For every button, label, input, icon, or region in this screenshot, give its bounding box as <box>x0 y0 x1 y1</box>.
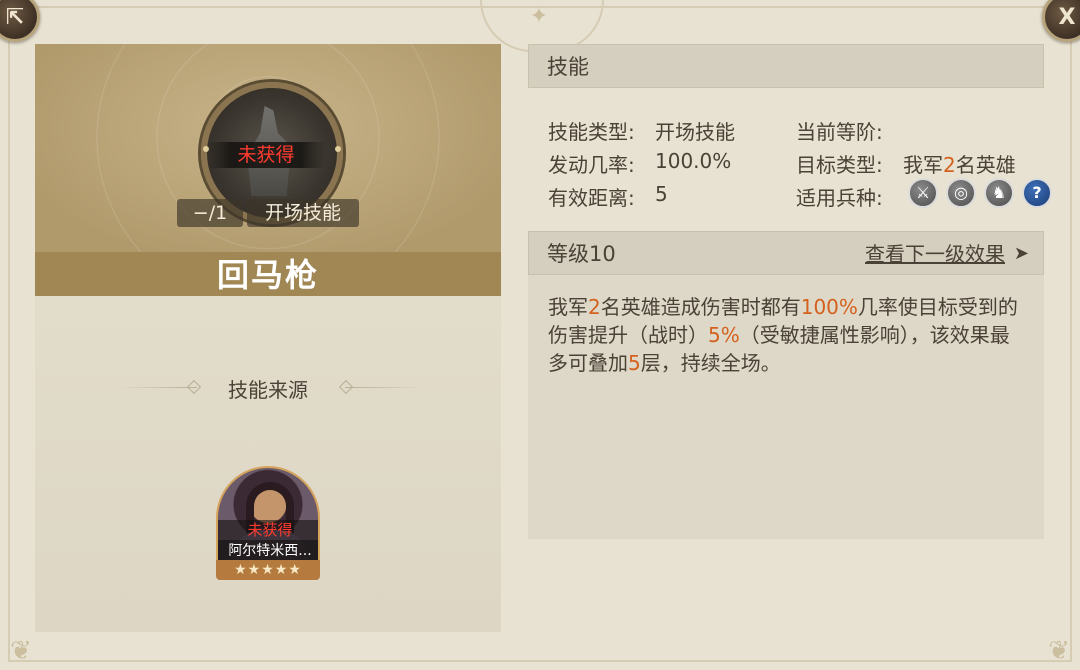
skill-card-panel: 未获得 −/1 开场技能 回马枪 技能来源 未获得 阿尔特米西... ★★★★★ <box>35 44 501 632</box>
troop-label: 适用兵种: <box>796 186 883 210</box>
range-label: 有效距离: <box>548 186 635 210</box>
horse-icon[interactable]: ♞ <box>984 178 1014 208</box>
skill-section-header: 技能 <box>528 44 1044 88</box>
target-type-value: 我军2名英雄 <box>903 149 1016 178</box>
target-type-number: 2 <box>943 153 956 177</box>
source-title: 技能来源 <box>228 378 308 402</box>
close-icon: X <box>1058 4 1076 30</box>
desc-text: 层，持续全场。 <box>640 351 781 375</box>
skill-type-value: 开场技能 <box>655 120 735 144</box>
skill-header-label: 技能 <box>547 55 589 79</box>
desc-highlight: 2 <box>588 295 601 319</box>
corner-leaf-icon: ❦ <box>10 636 32 666</box>
hero-name: 阿尔特米西... <box>218 540 318 562</box>
desc-highlight: 5 <box>628 351 641 375</box>
skill-unobtained-label: 未获得 <box>207 142 325 168</box>
desc-text: 我军 <box>548 295 588 319</box>
corner-leaf-icon: ❦ <box>1048 636 1070 666</box>
level-label: 等级10 <box>547 242 616 266</box>
desc-highlight: 5% <box>708 323 740 347</box>
current-rank-label: 当前等阶: <box>796 120 883 144</box>
arrow-right-icon[interactable]: ➤ <box>1014 232 1029 276</box>
hero-portrait: 未获得 阿尔特米西... <box>216 466 320 566</box>
next-level-link[interactable]: 查看下一级效果 <box>865 232 1005 276</box>
sword-icon[interactable]: ⚔ <box>908 178 938 208</box>
range-value: 5 <box>655 182 668 206</box>
ring-dot-right <box>335 146 341 152</box>
hero-stars: ★★★★★ <box>216 560 320 580</box>
source-hero-card[interactable]: 未获得 阿尔特米西... ★★★★★ <box>216 466 320 580</box>
desc-text: 名英雄造成伤害时都有 <box>600 295 801 319</box>
desc-highlight: 100% <box>800 295 858 319</box>
trigger-rate-value: 100.0% <box>655 149 732 173</box>
archery-target-icon[interactable]: ◎ <box>946 178 976 208</box>
skill-type-label: 技能类型: <box>548 120 635 144</box>
skill-type-tag: 开场技能 <box>247 199 359 227</box>
level-section-header: 等级10 查看下一级效果 ➤ <box>528 231 1044 275</box>
skill-count-tag: −/1 <box>177 199 243 227</box>
target-type-suffix: 名英雄 <box>955 153 1016 177</box>
skill-name: 回马枪 <box>35 252 501 296</box>
share-button[interactable]: ⇱ <box>0 0 40 42</box>
trigger-rate-label: 发动几率: <box>548 153 635 177</box>
compass-ornament-icon: ✦ <box>529 4 549 29</box>
hero-unobtained-label: 未获得 <box>218 520 318 540</box>
skill-description: 我军2名英雄造成伤害时都有100%几率使目标受到的伤害提升（战时）5%（受敏捷属… <box>548 293 1018 377</box>
target-type-label: 目标类型: <box>796 153 883 177</box>
divider-right <box>345 387 425 388</box>
target-type-prefix: 我军 <box>903 153 943 177</box>
question-icon[interactable]: ? <box>1022 178 1052 208</box>
close-button[interactable]: X <box>1042 0 1080 42</box>
skill-source-section: 技能来源 未获得 阿尔特米西... ★★★★★ <box>35 296 501 632</box>
skill-description-box: 我军2名英雄造成伤害时都有100%几率使目标受到的伤害提升（战时）5%（受敏捷属… <box>528 275 1044 539</box>
share-icon: ⇱ <box>5 4 25 30</box>
skill-icon-area: 未获得 −/1 开场技能 <box>35 44 501 252</box>
